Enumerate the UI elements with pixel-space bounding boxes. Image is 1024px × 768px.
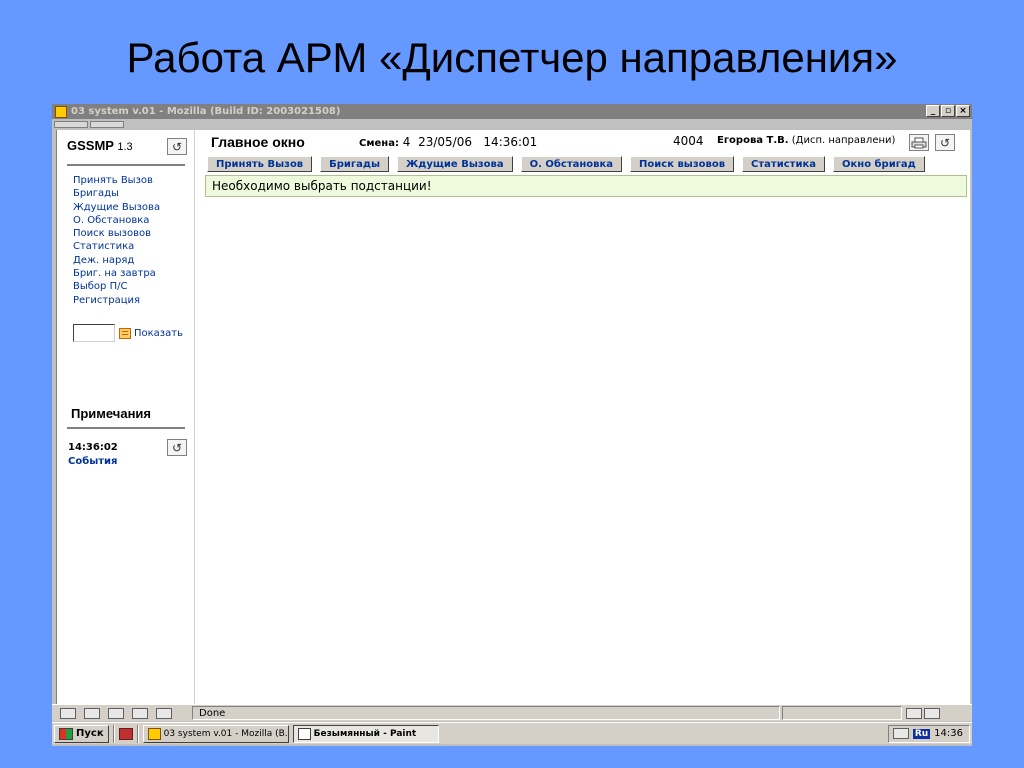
toolbar-grippies [52, 119, 972, 129]
nav-bar: Принять Вызов Бригады Ждущие Вызова О. О… [207, 156, 925, 172]
user-name: Егорова Т.В. [717, 135, 789, 146]
minimize-button[interactable]: _ [926, 105, 940, 117]
shift-value: 4 [402, 135, 411, 149]
sidebar-item-brigades[interactable]: Бригады [73, 187, 160, 200]
quicklaunch-icon[interactable] [118, 727, 133, 740]
main-header: Главное окно Смена: 4 23/05/06 14:36:01 … [197, 130, 971, 152]
start-button[interactable]: Пуск [54, 724, 109, 743]
info-message: Необходимо выбрать подстанции! [205, 175, 967, 197]
user-info: Егорова Т.В. (Дисп. направлени) [717, 135, 895, 146]
taskbar-item-paint[interactable]: Безымянный - Paint [292, 724, 439, 743]
refresh-icon: ↺ [939, 135, 951, 150]
page-title: Главное окно [211, 134, 305, 150]
close-button[interactable]: × [956, 105, 970, 117]
app-icon [55, 105, 67, 118]
notes-divider [67, 427, 185, 429]
brand: GSSMP 1.3 [67, 138, 133, 153]
nav-brigades-button[interactable]: Бригады [320, 156, 390, 172]
main-panel: Главное окно Смена: 4 23/05/06 14:36:01 … [197, 130, 971, 704]
chat-icon[interactable] [156, 707, 172, 719]
sidebar-item-duty[interactable]: Деж. наряд [73, 254, 160, 267]
status-bar: Done [52, 704, 972, 721]
show-input[interactable] [73, 324, 115, 342]
sidebar-item-registration[interactable]: Регистрация [73, 294, 160, 307]
taskbar-item-label: 03 system v.01 - Mozilla (B... [163, 728, 289, 739]
composer-icon[interactable] [108, 707, 124, 719]
connection-indicators [906, 707, 940, 719]
brand-name: GSSMP [67, 138, 114, 153]
events-link[interactable]: События [68, 456, 117, 467]
navigator-icon[interactable] [60, 707, 76, 719]
sidebar-divider [67, 164, 185, 166]
mail-icon[interactable] [84, 707, 100, 719]
nav-call-search-button[interactable]: Поиск вызовов [630, 156, 735, 172]
toolbar-grip[interactable] [54, 120, 88, 128]
security-lock-icon[interactable] [924, 707, 940, 719]
browser-window: 03 system v.01 - Mozilla (Build ID: 2003… [52, 104, 972, 746]
window-titlebar[interactable]: 03 system v.01 - Mozilla (Build ID: 2003… [52, 104, 972, 119]
status-progress [782, 706, 902, 720]
nav-brigade-window-button[interactable]: Окно бригад [833, 156, 925, 172]
tray-app-icon[interactable] [892, 728, 909, 739]
status-text: Done [192, 706, 780, 720]
taskbar: Пуск 03 system v.01 - Mozilla (B... Безы… [52, 722, 972, 744]
tray-clock[interactable]: 14:36 [934, 728, 963, 739]
sidebar-item-select-substation[interactable]: Выбор П/С [73, 280, 160, 293]
taskbar-item-mozilla[interactable]: 03 system v.01 - Mozilla (B... [142, 724, 289, 743]
sidebar-item-statistics[interactable]: Статистика [73, 240, 160, 253]
address-book-icon[interactable] [132, 707, 148, 719]
sidebar-item-waiting-calls[interactable]: Ждущие Вызова [73, 201, 160, 214]
shift-date: 23/05/06 [418, 135, 472, 149]
show-row: Показать [73, 324, 183, 342]
window-title: 03 system v.01 - Mozilla (Build ID: 2003… [71, 106, 341, 117]
refresh-icon: ↺ [171, 440, 183, 455]
toolbar-grip[interactable] [90, 120, 124, 128]
nav-accept-call-button[interactable]: Принять Вызов [207, 156, 313, 172]
list-icon [119, 327, 131, 339]
slide-title: Работа АРМ «Диспетчер направления» [126, 34, 898, 81]
paint-icon [297, 727, 311, 740]
system-tray: Ru 14:36 [887, 724, 970, 743]
sidebar-item-call-search[interactable]: Поиск вызовов [73, 227, 160, 240]
sidebar-refresh-button[interactable]: ↺ [167, 138, 187, 155]
quicklaunch-separator [112, 724, 115, 743]
quicklaunch-separator [136, 724, 139, 743]
notes-title: Примечания [71, 406, 152, 421]
window-controls: _ ▫ × [926, 105, 970, 117]
print-button[interactable] [909, 134, 929, 151]
notes-time: 14:36:02 [68, 442, 118, 453]
sidebar-menu: Принять Вызов Бригады Ждущие Вызова О. О… [73, 174, 160, 307]
component-bar [52, 707, 192, 719]
language-indicator[interactable]: Ru [912, 728, 931, 739]
brand-version: 1.3 [117, 141, 133, 153]
page-content: GSSMP 1.3 ↺ Принять Вызов Бригады Ждущие… [56, 130, 970, 704]
online-icon[interactable] [906, 707, 922, 719]
mozilla-icon [147, 727, 161, 740]
sidebar-item-tomorrow-brigades[interactable]: Бриг. на завтра [73, 267, 160, 280]
show-link[interactable]: Показать [134, 328, 183, 339]
shift-label: Смена: [359, 138, 399, 149]
header-refresh-button[interactable]: ↺ [935, 134, 955, 151]
refresh-icon: ↺ [171, 139, 183, 154]
shift-time: 14:36:01 [483, 135, 538, 149]
nav-waiting-calls-button[interactable]: Ждущие Вызова [397, 156, 513, 172]
sidebar: GSSMP 1.3 ↺ Принять Вызов Бригады Ждущие… [57, 130, 195, 704]
notes-refresh-button[interactable]: ↺ [167, 439, 187, 456]
maximize-button[interactable]: ▫ [941, 105, 955, 117]
nav-statistics-button[interactable]: Статистика [742, 156, 825, 172]
shift-info: Смена: 4 23/05/06 14:36:01 [359, 135, 537, 149]
start-label: Пуск [76, 728, 104, 739]
nav-situation-button[interactable]: О. Обстановка [520, 156, 623, 172]
sidebar-item-accept-call[interactable]: Принять Вызов [73, 174, 160, 187]
printer-icon [911, 137, 927, 148]
operator-code: 4004 [673, 134, 704, 148]
sidebar-item-situation[interactable]: О. Обстановка [73, 214, 160, 227]
taskbar-item-label: Безымянный - Paint [313, 728, 417, 739]
windows-logo-icon [59, 727, 73, 740]
user-role: (Дисп. направлени) [791, 135, 896, 146]
